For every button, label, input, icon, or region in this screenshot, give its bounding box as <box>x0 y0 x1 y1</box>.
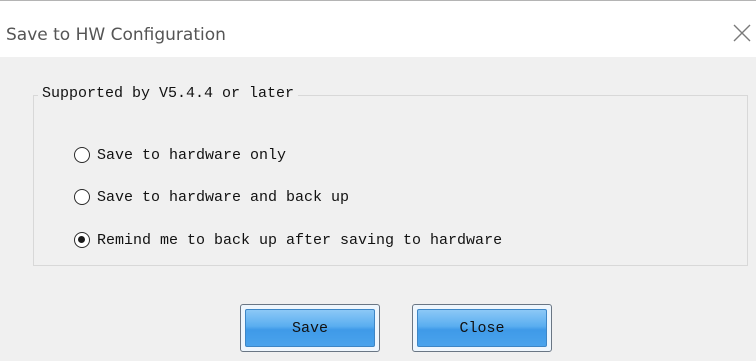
radio-label: Save to hardware only <box>97 146 287 164</box>
radio-button-icon[interactable] <box>74 147 90 163</box>
close-icon[interactable] <box>730 21 754 45</box>
radio-option-remind-backup[interactable]: Remind me to back up after saving to har… <box>74 228 502 252</box>
radio-option-save-hardware-and-backup[interactable]: Save to hardware and back up <box>74 185 349 209</box>
radio-button-checked-icon[interactable] <box>74 232 90 248</box>
dialog-title: Save to HW Configuration <box>6 25 226 45</box>
close-button-label: Close <box>417 309 547 347</box>
save-button-label: Save <box>245 309 375 347</box>
save-to-hw-configuration-dialog: Save to HW Configuration Supported by V5… <box>0 0 756 361</box>
radio-button-icon[interactable] <box>74 189 90 205</box>
group-legend: Supported by V5.4.4 or later <box>38 84 299 104</box>
radio-label: Remind me to back up after saving to har… <box>97 231 503 249</box>
radio-label: Save to hardware and back up <box>97 188 350 206</box>
radio-option-save-hardware-only[interactable]: Save to hardware only <box>74 143 286 167</box>
title-bar: Save to HW Configuration <box>0 1 756 57</box>
save-button[interactable]: Save <box>240 304 380 352</box>
close-button[interactable]: Close <box>412 304 552 352</box>
